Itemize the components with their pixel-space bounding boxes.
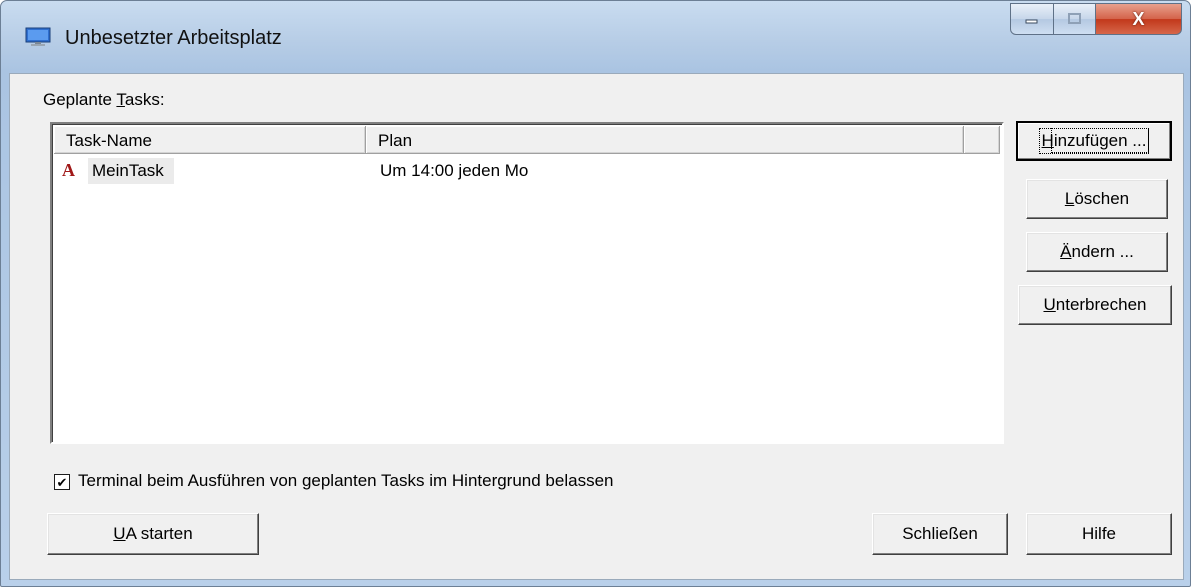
table-row[interactable]: A MeinTask Um 14:00 jeden Mo [54,156,994,186]
edit-task-button-label: Ändern ... [1060,242,1134,261]
pause-task-button-label: Unterbrechen [1043,295,1147,314]
task-list[interactable]: Task-Name Plan A MeinTask Um 14:00 jeden… [50,122,1004,444]
maximize-button[interactable] [1054,3,1096,35]
background-checkbox[interactable]: ✔ [54,474,70,490]
maximize-icon [1067,13,1081,24]
checkmark-icon: ✔ [56,474,68,490]
task-plan-cell: Um 14:00 jeden Mo [380,161,529,180]
title-bar[interactable]: Unbesetzter Arbeitsplatz X [1,1,1190,73]
task-name-cell[interactable]: MeinTask [88,158,174,184]
background-checkbox-label[interactable]: Terminal beim Ausführen von geplanten Ta… [78,471,613,491]
scheduled-tasks-label: Geplante Tasks: [43,90,165,109]
column-header-task-name[interactable]: Task-Name [54,126,366,154]
minimize-button[interactable] [1010,3,1054,35]
delete-task-button[interactable]: Löschen [1026,179,1168,219]
add-task-button-label: Hinzufügen ... [1038,128,1150,154]
close-icon: X [1132,8,1145,29]
start-ua-button[interactable]: UA starten [47,513,259,555]
column-header-filler [964,126,1000,154]
edit-task-button[interactable]: Ändern ... [1026,232,1168,272]
task-type-icon: A [62,160,75,180]
task-list-header: Task-Name Plan [54,126,1000,154]
delete-task-button-label: Löschen [1064,189,1130,208]
add-task-button[interactable]: Hinzufügen ... [1016,121,1172,161]
close-window-button[interactable]: X [1096,3,1182,35]
pause-task-button[interactable]: Unterbrechen [1018,285,1172,325]
close-button[interactable]: Schließen [872,513,1008,555]
column-header-plan[interactable]: Plan [366,126,964,154]
caption-buttons: X [1010,3,1182,37]
window-title: Unbesetzter Arbeitsplatz [65,27,282,49]
dialog-client-area: Geplante Tasks: Task-Name Plan A MeinTas… [9,73,1184,580]
help-button[interactable]: Hilfe [1026,513,1172,555]
minimize-icon [1025,19,1038,24]
monitor-icon [25,27,51,46]
start-ua-button-label: UA starten [113,524,193,543]
dialog-window: Unbesetzter Arbeitsplatz X Geplante Task… [0,0,1191,587]
